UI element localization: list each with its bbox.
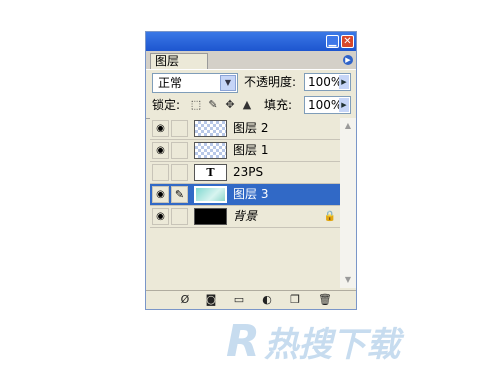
watermark-logo: R 热搜下载 — [226, 316, 400, 367]
panel-bottom-bar: Ø ◙ ▭ ◐ ❐ 🗑 — [146, 290, 356, 309]
lock-transparency-icon[interactable]: ⬚ — [190, 99, 202, 111]
new-group-icon[interactable]: ▭ — [232, 293, 246, 307]
link-slot[interactable] — [171, 208, 188, 225]
eye-icon[interactable]: ◉ — [152, 186, 169, 203]
lock-row: 锁定: ⬚ ✎ ✥ ▲ 填充: 100% ▶ — [152, 96, 352, 116]
lock-icon: 🔒 — [323, 211, 336, 222]
blend-row: 正常 ▼ 不透明度: 100% ▶ — [152, 73, 352, 93]
eye-icon[interactable]: ◉ — [152, 142, 169, 159]
layers-panel: ▁ ✕ 图层 ▶ 正常 ▼ 不透明度: 100% ▶ 锁定: ⬚ ✎ ✥ ▲ 填… — [145, 31, 357, 310]
link-slot[interactable] — [171, 142, 188, 159]
opacity-label: 不透明度: — [244, 75, 297, 89]
tab-layers[interactable]: 图层 — [150, 53, 208, 69]
scroll-up-icon[interactable]: ▲ — [340, 118, 356, 134]
layer-thumbnail — [194, 142, 227, 159]
lock-all-icon[interactable]: ▲ — [241, 99, 253, 111]
layer-name: 图层 1 — [233, 143, 269, 157]
close-button[interactable]: ✕ — [341, 35, 354, 48]
eye-icon[interactable]: ◉ — [152, 208, 169, 225]
fill-arrow-icon[interactable]: ▶ — [339, 98, 349, 112]
text-layer-icon: T — [194, 164, 227, 181]
fill-value: 100% — [308, 98, 343, 112]
chevron-down-icon[interactable]: ▼ — [220, 75, 236, 91]
layer-thumbnail — [194, 120, 227, 137]
add-mask-icon[interactable]: ◙ — [204, 293, 218, 307]
layer-row-layer1[interactable]: ◉ 图层 1 — [150, 140, 340, 162]
blend-mode-select[interactable]: 正常 ▼ — [152, 73, 238, 93]
layer-list: ◉ 图层 2 ◉ 图层 1 T 23PS ◉ ✎ 图层 3 ◉ 背景 🔒 — [150, 118, 340, 288]
layer-style-icon[interactable]: Ø — [178, 293, 192, 307]
brush-icon[interactable]: ✎ — [171, 186, 188, 203]
eye-icon[interactable]: ◉ — [152, 120, 169, 137]
blend-mode-value: 正常 — [158, 76, 183, 90]
link-slot[interactable] — [171, 120, 188, 137]
fill-label: 填充: — [264, 98, 293, 112]
panel-menu-icon[interactable]: ▶ — [343, 55, 353, 65]
layer-name: 图层 3 — [233, 187, 269, 201]
lock-move-icon[interactable]: ✥ — [224, 99, 236, 111]
layer-row-layer3[interactable]: ◉ ✎ 图层 3 — [150, 184, 340, 206]
layer-name: 背景 — [233, 209, 258, 223]
watermark-letter: R — [226, 316, 260, 367]
lock-paint-icon[interactable]: ✎ — [207, 99, 219, 111]
fill-field[interactable]: 100% ▶ — [304, 96, 351, 114]
scroll-down-icon[interactable]: ▼ — [340, 272, 356, 288]
panel-titlebar[interactable]: ▁ ✕ — [146, 32, 356, 51]
layer-row-layer2[interactable]: ◉ 图层 2 — [150, 118, 340, 140]
watermark-text: 热搜下载 — [264, 325, 401, 365]
layer-thumbnail — [194, 186, 227, 203]
adjustment-layer-icon[interactable]: ◐ — [260, 293, 274, 307]
new-layer-icon[interactable]: ❐ — [288, 293, 302, 307]
opacity-value: 100% — [308, 75, 343, 89]
opacity-field[interactable]: 100% ▶ — [304, 73, 351, 91]
layer-row-23ps[interactable]: T 23PS — [150, 162, 340, 184]
link-slot[interactable] — [171, 164, 188, 181]
eye-slot[interactable] — [152, 164, 169, 181]
opacity-arrow-icon[interactable]: ▶ — [339, 75, 349, 89]
layer-thumbnail — [194, 208, 227, 225]
layer-name: 23PS — [233, 165, 264, 179]
minimize-button[interactable]: ▁ — [326, 35, 339, 48]
layer-list-scrollbar[interactable]: ▲ ▼ — [340, 118, 356, 288]
lock-label: 锁定: — [152, 98, 181, 112]
layer-name: 图层 2 — [233, 121, 269, 135]
tab-row: 图层 ▶ — [146, 51, 356, 70]
layer-row-background[interactable]: ◉ 背景 🔒 — [150, 206, 340, 228]
delete-layer-icon[interactable]: 🗑 — [318, 293, 332, 307]
